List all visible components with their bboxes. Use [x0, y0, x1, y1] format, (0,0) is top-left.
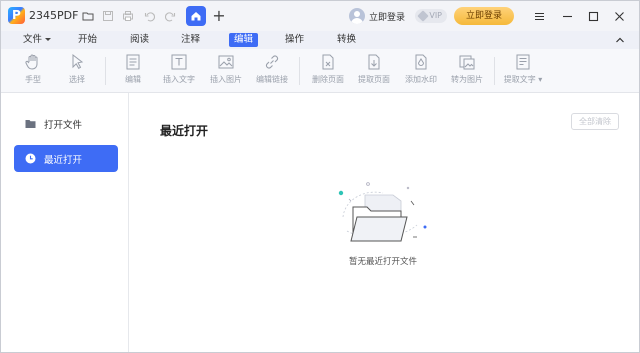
tool-extract-text[interactable]: 提取文字 ▾	[499, 53, 547, 89]
tool-insert-image[interactable]: 插入图片	[202, 53, 250, 89]
menu-bar: 文件 开始 阅读 注释 编辑 操作 转换	[1, 31, 639, 49]
minimize-icon[interactable]	[559, 8, 575, 24]
app-title: 2345PDF	[29, 9, 79, 22]
tool-to-image[interactable]: 转为图片	[443, 53, 491, 89]
extract-page-icon	[368, 54, 380, 70]
tool-extract-page-label: 提取页面	[358, 75, 390, 84]
empty-folder-illustration-icon	[338, 182, 427, 242]
menu-annotate[interactable]: 注释	[176, 33, 205, 47]
menu-start[interactable]: 开始	[73, 33, 102, 47]
menu-icon[interactable]	[531, 8, 547, 24]
tool-edit[interactable]: 编辑	[113, 53, 153, 89]
new-tab-button[interactable]: +	[211, 6, 227, 26]
login-link[interactable]: 立即登录	[369, 10, 405, 23]
chevron-down-icon	[45, 38, 52, 41]
tool-to-image-label: 转为图片	[451, 75, 483, 84]
ribbon-toolbar: 手型 选择 编辑 插入文字 插入图片 编辑链接 删除页面 提取页面 添加水印 转…	[1, 49, 639, 93]
home-icon	[191, 12, 201, 21]
menu-operate[interactable]: 操作	[280, 33, 309, 47]
ribbon-divider	[105, 57, 106, 85]
sidebar-item-recent[interactable]: 最近打开	[14, 145, 118, 172]
hand-icon	[25, 54, 38, 70]
tool-extract-text-label: 提取文字 ▾	[503, 75, 543, 84]
menu-edit[interactable]: 编辑	[229, 33, 259, 47]
menu-file[interactable]: 文件	[18, 33, 56, 47]
tool-insert-text[interactable]: 插入文字	[155, 53, 203, 89]
app-logo-icon	[8, 7, 25, 24]
tool-edit-label: 编辑	[125, 75, 141, 84]
ribbon-divider	[299, 57, 300, 85]
link-icon	[265, 55, 279, 69]
empty-state-text: 暂无最近打开文件	[348, 257, 417, 267]
app-window: 2345PDF + 立即登录 VIP 立即登录	[0, 0, 640, 353]
menu-read[interactable]: 阅读	[125, 33, 154, 47]
print-icon[interactable]	[121, 9, 135, 23]
sidebar: 打开文件 最近打开	[1, 93, 129, 352]
cursor-icon	[72, 53, 84, 69]
insert-text-icon	[171, 54, 187, 70]
vip-badge[interactable]: VIP	[415, 9, 447, 23]
tool-edit-link-label: 编辑链接	[256, 75, 288, 84]
tool-delete-page-label: 删除页面	[312, 75, 344, 84]
watermark-icon	[415, 54, 427, 70]
clear-all-button[interactable]: 全部清除	[571, 113, 619, 130]
ribbon-divider	[494, 57, 495, 85]
sidebar-item-label: 最近打开	[44, 154, 83, 166]
menu-convert[interactable]: 转换	[332, 33, 361, 47]
save-icon[interactable]	[101, 9, 115, 23]
tool-insert-text-label: 插入文字	[163, 75, 195, 84]
title-bar: 2345PDF + 立即登录 VIP 立即登录	[1, 1, 639, 31]
avatar[interactable]	[349, 8, 365, 24]
tool-extract-text-text: 提取文字	[503, 75, 536, 84]
tool-add-watermark[interactable]: 添加水印	[397, 53, 445, 89]
edit-text-icon	[126, 54, 140, 70]
delete-page-icon	[322, 54, 334, 70]
login-button[interactable]: 立即登录	[454, 7, 514, 25]
tool-select-label: 选择	[69, 75, 85, 84]
insert-image-icon	[218, 55, 234, 69]
extract-text-icon	[516, 54, 530, 70]
tool-add-watermark-label: 添加水印	[405, 75, 437, 84]
to-image-icon	[459, 55, 475, 70]
folder-icon	[25, 120, 36, 128]
open-folder-icon[interactable]	[81, 9, 95, 23]
sidebar-item-open-file[interactable]: 打开文件	[14, 110, 118, 137]
clock-icon	[25, 153, 36, 164]
menu-file-label: 文件	[23, 34, 43, 45]
undo-icon[interactable]	[143, 9, 157, 23]
tool-delete-page[interactable]: 删除页面	[304, 53, 352, 89]
page-title: 最近打开	[160, 124, 209, 138]
tool-hand-label: 手型	[25, 75, 41, 84]
maximize-icon[interactable]	[585, 8, 601, 24]
tool-edit-link[interactable]: 编辑链接	[248, 53, 296, 89]
redo-icon[interactable]	[163, 9, 177, 23]
tool-extract-page[interactable]: 提取页面	[350, 53, 398, 89]
chevron-up-icon[interactable]	[614, 34, 626, 46]
close-icon[interactable]	[611, 8, 627, 24]
home-tab[interactable]	[186, 6, 206, 26]
tool-hand[interactable]: 手型	[13, 53, 53, 89]
tool-select[interactable]: 选择	[57, 53, 97, 89]
tool-insert-image-label: 插入图片	[210, 75, 242, 84]
sidebar-item-label: 打开文件	[44, 119, 83, 131]
